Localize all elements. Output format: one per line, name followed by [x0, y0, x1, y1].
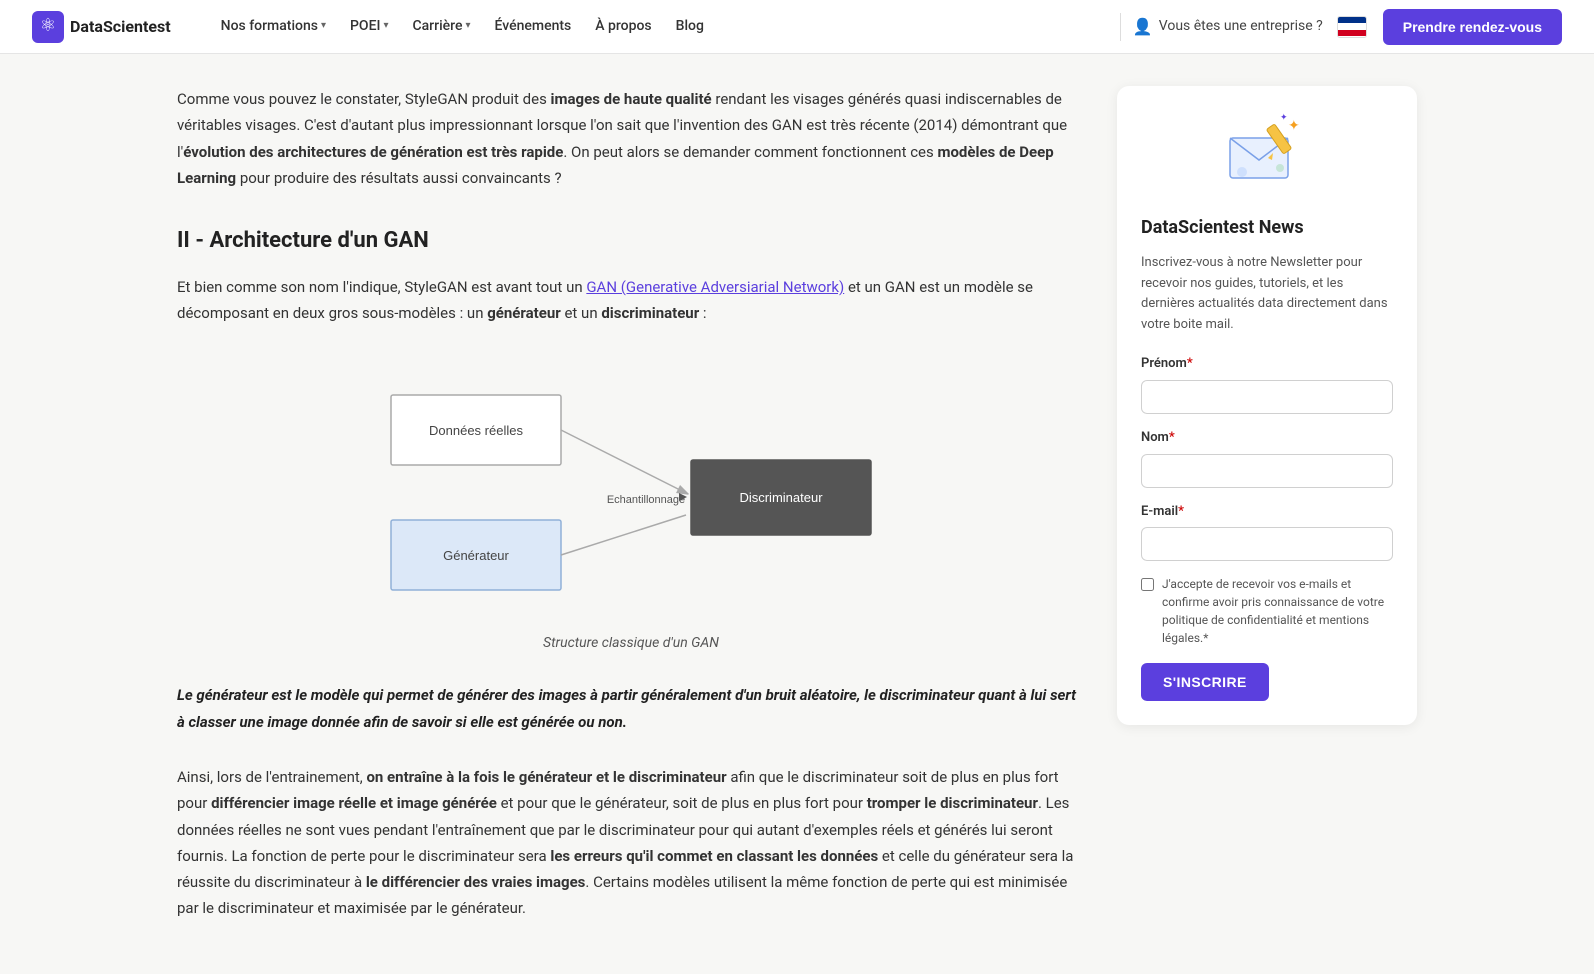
- section-heading: II - Architecture d'un GAN: [177, 223, 1085, 258]
- page-wrapper: Comme vous pouvez le constater, StyleGAN…: [137, 54, 1457, 974]
- svg-text:Discriminateur: Discriminateur: [739, 490, 823, 505]
- body-bold-2: différencier image réelle et image génér…: [211, 794, 497, 812]
- body-bold-1: on entraîne à la fois le générateur et l…: [366, 768, 726, 786]
- email-label: E-mail*: [1141, 502, 1393, 523]
- svg-text:✦: ✦: [1288, 118, 1300, 134]
- logo-text: DataScientest: [70, 14, 171, 40]
- gan-link[interactable]: GAN (Generative Adversiarial Network): [586, 278, 844, 296]
- nav-item-formations-label: Nos formations: [221, 15, 318, 37]
- flag-blue: [1338, 17, 1366, 24]
- nav-enterprise[interactable]: 👤 Vous êtes une entreprise ?: [1133, 14, 1323, 40]
- intro-text-1: Comme vous pouvez le constater, StyleGAN…: [177, 90, 551, 108]
- sidebar: ✦ ✦ DataScientest News Inscrivez-vous à …: [1117, 86, 1417, 942]
- prenom-input[interactable]: [1141, 380, 1393, 414]
- consent-text[interactable]: J'accepte de recevoir vos e-mails et con…: [1162, 575, 1393, 647]
- flag-white: [1338, 23, 1366, 30]
- section-bold-generateur: générateur: [487, 304, 561, 322]
- nav-item-apropos-label: À propos: [595, 15, 651, 37]
- body-bold-5: le différencier des vraies images: [366, 873, 586, 891]
- consent-checkbox[interactable]: [1141, 578, 1154, 591]
- cta-button[interactable]: Prendre rendez-vous: [1383, 9, 1562, 45]
- consent-required: *: [1203, 631, 1208, 645]
- sidebar-description: Inscrivez-vous à notre Newsletter pour r…: [1141, 253, 1393, 336]
- prenom-label: Prénom*: [1141, 354, 1393, 375]
- logo-icon: ⚛: [32, 11, 64, 43]
- body-text-3: et pour que le générateur, soit de plus …: [497, 794, 867, 812]
- nav-item-poei-label: POEI: [350, 15, 380, 37]
- diagram-caption: Structure classique d'un GAN: [543, 632, 719, 654]
- section-intro-text-1: Et bien comme son nom l'indique, StyleGA…: [177, 278, 586, 296]
- newsletter-form: Prénom* Nom* E-mail* J'accepte de recevo…: [1141, 354, 1393, 701]
- consent-row: J'accepte de recevoir vos e-mails et con…: [1141, 575, 1393, 647]
- chevron-down-icon: ▾: [465, 18, 470, 34]
- flag-red: [1338, 30, 1366, 37]
- diagram-svg: Données réelles Générateur Discriminateu…: [371, 355, 891, 622]
- email-input[interactable]: [1141, 527, 1393, 561]
- svg-text:Echantillonnage: Echantillonnage: [607, 494, 685, 506]
- nav-item-carriere[interactable]: Carrière ▾: [403, 9, 481, 43]
- language-flag[interactable]: [1337, 16, 1367, 38]
- nav-item-blog[interactable]: Blog: [666, 9, 714, 43]
- nom-required: *: [1169, 430, 1175, 445]
- section-intro: Et bien comme son nom l'indique, StyleGA…: [177, 274, 1085, 327]
- navbar: ⚛ DataScientest Nos formations ▾ POEI ▾ …: [0, 0, 1594, 54]
- nav-item-evenements-label: Événements: [495, 15, 572, 37]
- svg-text:Données réelles: Données réelles: [429, 423, 523, 438]
- sidebar-title: DataScientest News: [1141, 214, 1393, 243]
- body-text-1: Ainsi, lors de l'entrainement,: [177, 768, 366, 786]
- body-bold-4: les erreurs qu'il commet en classant les…: [550, 847, 878, 865]
- nav-enterprise-label: Vous êtes une entreprise ?: [1159, 15, 1323, 37]
- enterprise-icon: 👤: [1133, 14, 1153, 40]
- logo[interactable]: ⚛ DataScientest: [32, 11, 171, 43]
- sidebar-illustration: ✦ ✦: [1141, 110, 1393, 200]
- section-bold-discriminateur: discriminateur: [601, 304, 699, 322]
- section-intro-text-4: :: [699, 304, 706, 322]
- quote-block: Le générateur est le modèle qui permet d…: [177, 682, 1085, 736]
- section-intro-text-3: et un: [561, 304, 602, 322]
- email-required: *: [1178, 504, 1184, 519]
- intro-bold-2: évolution des architectures de génératio…: [183, 143, 563, 161]
- intro-text-4: pour produire des résultats aussi convai…: [236, 169, 562, 187]
- nav-item-evenements[interactable]: Événements: [485, 9, 582, 43]
- body-paragraph: Ainsi, lors de l'entrainement, on entraî…: [177, 764, 1085, 922]
- body-bold-3: tromper le discriminateur: [867, 794, 1038, 812]
- nav-links: Nos formations ▾ POEI ▾ Carrière ▾ Événe…: [211, 9, 1108, 43]
- chevron-down-icon: ▾: [383, 18, 388, 34]
- prenom-required: *: [1187, 356, 1193, 371]
- submit-button[interactable]: S'INSCRIRE: [1141, 663, 1269, 701]
- nav-item-blog-label: Blog: [676, 15, 704, 37]
- nav-item-apropos[interactable]: À propos: [585, 9, 661, 43]
- svg-text:✦: ✦: [1280, 113, 1288, 123]
- nom-label: Nom*: [1141, 428, 1393, 449]
- nav-item-formations[interactable]: Nos formations ▾: [211, 9, 336, 43]
- main-content: Comme vous pouvez le constater, StyleGAN…: [177, 86, 1085, 942]
- nav-item-poei[interactable]: POEI ▾: [340, 9, 399, 43]
- article-intro: Comme vous pouvez le constater, StyleGAN…: [177, 86, 1085, 191]
- chevron-down-icon: ▾: [321, 18, 326, 34]
- nav-item-carriere-label: Carrière: [413, 15, 463, 37]
- nav-divider: [1120, 13, 1121, 41]
- intro-bold-1: images de haute qualité: [551, 90, 712, 108]
- nom-input[interactable]: [1141, 454, 1393, 488]
- sidebar-card: ✦ ✦ DataScientest News Inscrivez-vous à …: [1117, 86, 1417, 725]
- diagram-container: Données réelles Générateur Discriminateu…: [177, 355, 1085, 654]
- intro-text-3: . On peut alors se demander comment fonc…: [563, 143, 937, 161]
- svg-text:Générateur: Générateur: [443, 548, 509, 563]
